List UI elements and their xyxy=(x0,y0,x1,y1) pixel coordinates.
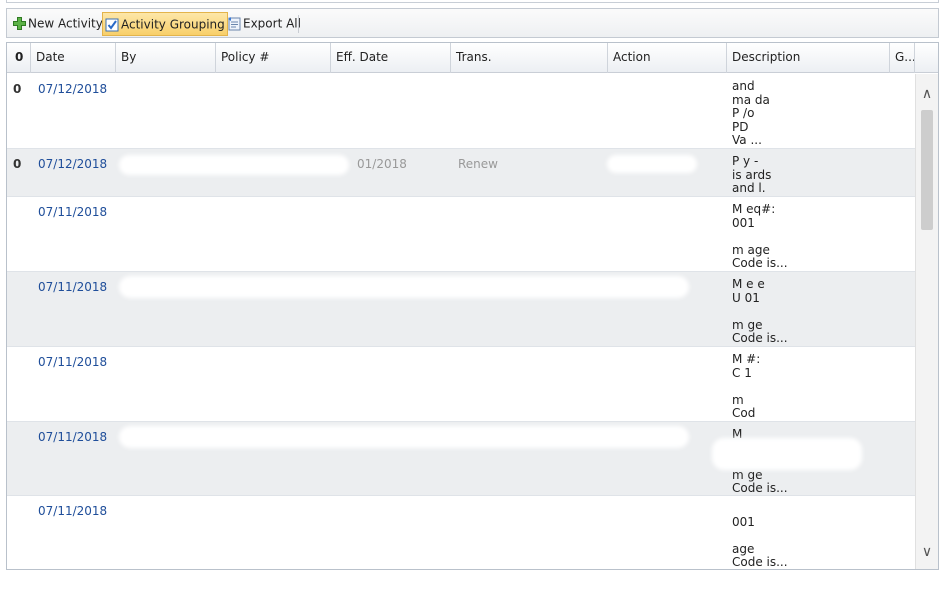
row-description: P y - is ards and l. xyxy=(732,154,772,196)
row-trans: Renew xyxy=(458,157,498,171)
export-all-button[interactable]: Export All xyxy=(225,12,303,36)
export-document-icon xyxy=(227,16,242,31)
scrollbar-thumb[interactable] xyxy=(921,110,933,230)
activity-grid: 0 Date By Policy # Eff. Date Trans. Acti… xyxy=(6,42,939,570)
column-header-eff-date[interactable]: Eff. Date xyxy=(331,43,451,73)
vertical-scrollbar[interactable]: ∧ ∨ xyxy=(915,74,938,569)
table-row[interactable]: 07/11/2018 M #: C 1 m Cod xyxy=(7,347,915,422)
activity-grouping-button[interactable]: Activity Grouping xyxy=(102,12,228,36)
column-header-by[interactable]: By xyxy=(116,43,216,73)
table-row[interactable]: 07/11/2018 M eq#: 001 m age Code is... xyxy=(7,197,915,272)
redaction xyxy=(119,276,689,298)
attachment-icon[interactable]: 0 xyxy=(13,157,21,171)
column-header-date[interactable]: Date xyxy=(31,43,116,73)
row-date: 07/11/2018 xyxy=(38,504,108,518)
grid-header: 0 Date By Policy # Eff. Date Trans. Acti… xyxy=(7,43,938,73)
row-date: 07/12/2018 xyxy=(38,82,108,96)
redaction xyxy=(119,426,689,448)
column-header-description[interactable]: Description xyxy=(727,43,890,73)
row-date: 07/12/2018 xyxy=(38,157,108,171)
column-header-policy[interactable]: Policy # xyxy=(216,43,331,73)
plus-icon xyxy=(12,16,27,31)
toolbar-separator xyxy=(298,15,299,33)
redaction xyxy=(607,155,697,173)
row-date: 07/11/2018 xyxy=(38,430,108,444)
scroll-down-icon[interactable]: ∨ xyxy=(916,542,938,562)
table-row[interactable]: 0 07/12/2018 and ma da P /o PD Va ... xyxy=(7,74,915,149)
attachment-icon[interactable]: 0 xyxy=(13,82,21,96)
row-eff-date: 01/2018 xyxy=(357,157,407,171)
new-activity-button[interactable]: New Activity xyxy=(10,12,105,36)
row-description: 001 age Code is... xyxy=(732,514,788,570)
row-description: M eq#: 001 m age Code is... xyxy=(732,202,788,271)
row-description: M #: C 1 m Cod xyxy=(732,352,761,421)
table-row[interactable]: 07/11/2018 M m ge Code is... xyxy=(7,422,915,496)
redaction xyxy=(712,438,862,470)
top-panel-edge xyxy=(6,0,939,3)
column-header-action[interactable]: Action xyxy=(608,43,727,73)
row-description: M e e U 01 m ge Code is... xyxy=(732,277,788,346)
column-header-g[interactable]: G... xyxy=(890,43,915,73)
activity-toolbar: New Activity Activity Grouping Export Al… xyxy=(6,8,939,38)
scroll-up-icon[interactable]: ∧ xyxy=(916,84,938,104)
row-date: 07/11/2018 xyxy=(38,280,108,294)
column-header-trans[interactable]: Trans. xyxy=(451,43,608,73)
redaction xyxy=(119,155,349,175)
table-row[interactable]: 07/11/2018 001 age Code is... xyxy=(7,496,915,570)
row-date: 07/11/2018 xyxy=(38,205,108,219)
redaction xyxy=(119,82,719,96)
row-date: 07/11/2018 xyxy=(38,355,108,369)
attachment-column-header[interactable]: 0 xyxy=(7,43,31,73)
row-description: and ma da P /o PD Va ... xyxy=(732,79,770,148)
table-row[interactable]: 07/11/2018 M e e U 01 m ge Code is... xyxy=(7,272,915,347)
table-row[interactable]: 0 07/12/2018 01/2018 Renew P y - is ards… xyxy=(7,149,915,197)
checkbox-list-icon xyxy=(105,17,120,32)
